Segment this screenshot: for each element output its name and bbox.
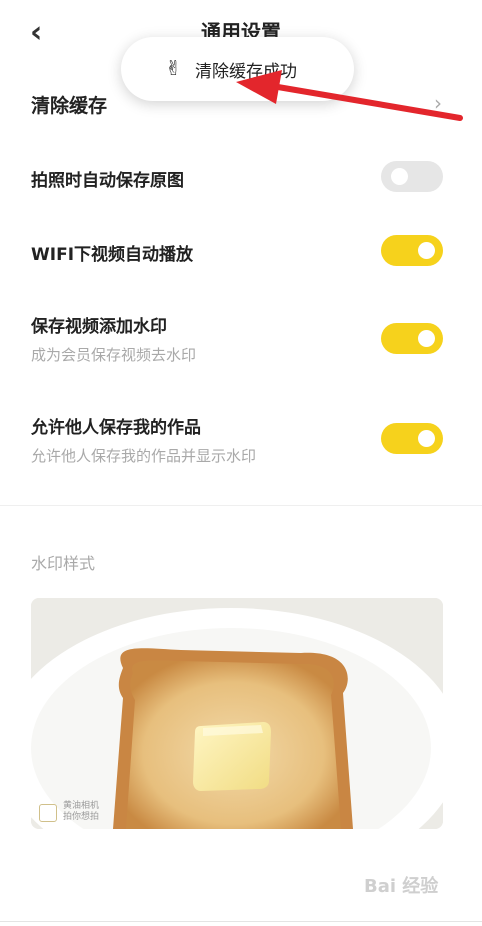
allow-save-label: 允许他人保存我的作品	[31, 418, 201, 438]
clear-cache-label: 清除缓存	[31, 95, 108, 117]
allow-save-toggle[interactable]	[381, 423, 443, 454]
watermark-preview-image: 黄油相机 拍你想拍	[31, 598, 443, 829]
toast-notification: ✌ 清除缓存成功	[121, 37, 354, 101]
victory-hand-icon: ✌	[165, 56, 182, 80]
settings-item-save-original: 拍照时自动保存原图	[0, 160, 482, 196]
toast-photo	[31, 598, 443, 829]
save-watermark-toggle[interactable]	[381, 323, 443, 354]
camera-icon	[39, 804, 57, 822]
save-original-toggle[interactable]	[381, 161, 443, 192]
stamp-line1: 黄油相机	[63, 801, 100, 811]
save-original-label: 拍照时自动保存原图	[31, 171, 184, 191]
save-watermark-sub: 成为会员保存视频去水印	[31, 346, 197, 364]
wifi-autoplay-toggle[interactable]	[381, 235, 443, 266]
toggle-knob	[418, 330, 435, 347]
bottom-divider	[0, 921, 482, 922]
save-watermark-label: 保存视频添加水印	[31, 317, 167, 337]
toggle-knob	[418, 242, 435, 259]
preview-stamp: 黄油相机 拍你想拍	[63, 801, 99, 823]
chevron-right-icon: ›	[434, 91, 442, 115]
divider	[0, 505, 482, 506]
toggle-knob	[391, 168, 408, 185]
watermark-section-title: 水印样式	[31, 554, 96, 573]
settings-item-wifi-autoplay: WIFI下视频自动播放	[0, 234, 482, 270]
settings-item-allow-save: 允许他人保存我的作品 允许他人保存我的作品并显示水印	[0, 411, 482, 471]
toggle-knob	[418, 430, 435, 447]
baidu-watermark: Bai 经验	[364, 876, 439, 897]
settings-item-save-watermark: 保存视频添加水印 成为会员保存视频去水印	[0, 310, 482, 370]
allow-save-sub: 允许他人保存我的作品并显示水印	[31, 447, 257, 465]
stamp-line2: 拍你想拍	[63, 812, 100, 822]
toast-message: 清除缓存成功	[195, 62, 297, 82]
wifi-autoplay-label: WIFI下视频自动播放	[31, 245, 194, 265]
